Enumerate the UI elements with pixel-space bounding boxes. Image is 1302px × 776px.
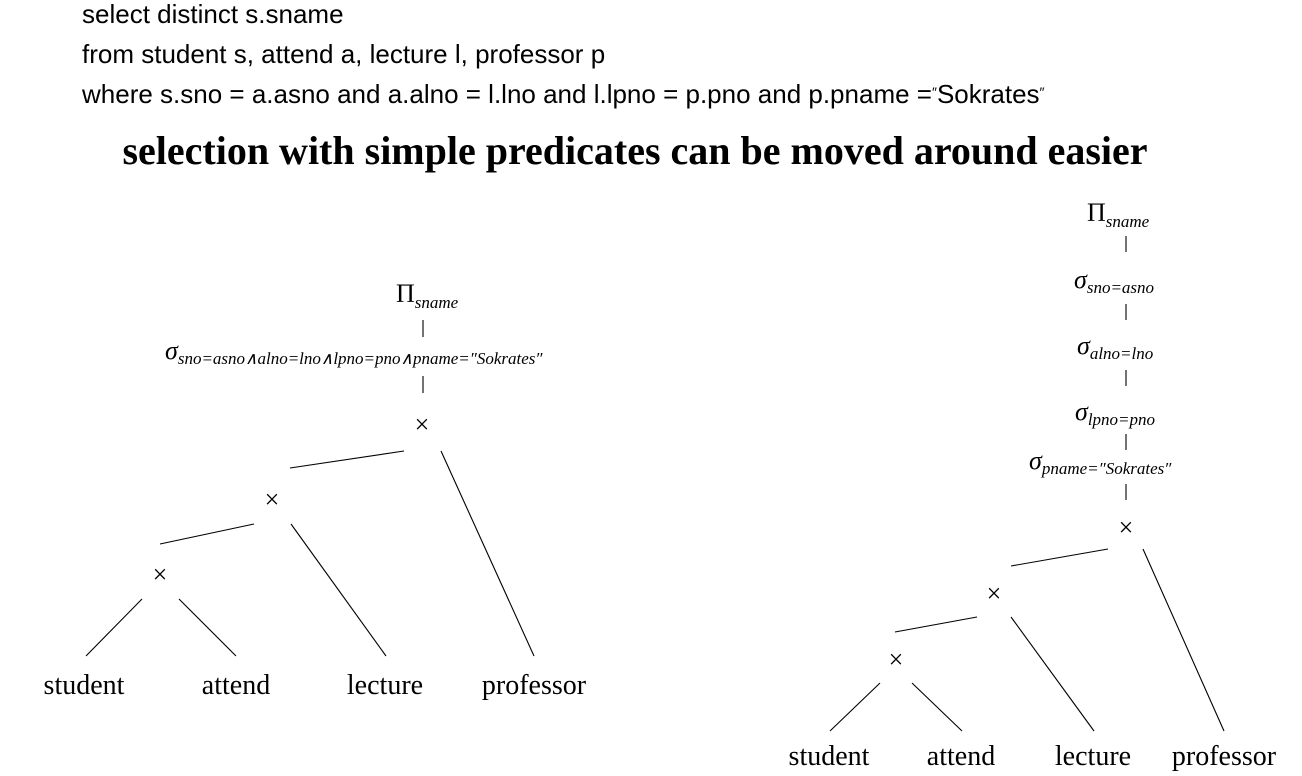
right-edge-cross3-student [829,682,881,732]
projection-subscript: sname [415,293,459,312]
right-edge-cross1-professor [1142,548,1225,732]
left-edge-cross1-professor [440,450,535,657]
selection-subscript: sno=asno∧alno=lno∧lpno=pno∧pname=″Sokrat… [178,349,544,368]
right-edge-cross3-attend [911,682,963,732]
right-selection-2: σalno=lno [1077,331,1153,363]
left-cross-2: × [265,485,280,514]
selection-subscript: alno=lno [1090,344,1153,363]
right-selection-3: σlpno=pno [1075,397,1155,429]
tree-edges [85,236,1225,732]
projection-symbol: Π [396,279,415,308]
left-edge-cross3-student [85,598,143,657]
projection-symbol: Π [1087,198,1106,227]
selection-subscript: lpno=pno [1088,410,1155,429]
right-relation-lecture: lecture [1055,741,1131,772]
left-edge-cross2-cross3 [159,523,255,545]
projection-subscript: sname [1106,212,1150,231]
left-edge-cross3-attend [178,598,237,657]
right-cross-3: × [889,645,904,674]
left-edge-cross2-lecture [290,523,387,657]
selection-subscript: sno=asno [1087,278,1154,297]
right-edge-cross2-lecture [1010,616,1095,732]
left-relation-student: student [44,670,125,701]
right-edge-cross1-cross2 [1010,548,1109,567]
left-cross-1: × [415,410,430,439]
right-relation-student: student [789,741,870,772]
left-selection-node: σsno=asno∧alno=lno∧lpno=pno∧pname=″Sokra… [165,336,543,368]
left-relation-attend: attend [202,670,270,701]
left-projection-node: Πsname [396,279,459,312]
left-cross-3: × [153,560,168,589]
left-edge-cross1-cross2 [289,450,405,469]
right-cross-1: × [1119,513,1134,542]
left-relation-lecture: lecture [347,670,423,701]
right-projection-node: Πsname [1087,198,1150,231]
right-edge-cross2-cross3 [894,616,978,633]
right-selection-4: σpname=″Sokrates″ [1029,446,1172,478]
right-relation-professor: professor [1172,741,1277,772]
right-relation-attend: attend [927,741,995,772]
left-relation-professor: professor [482,670,587,701]
right-cross-2: × [987,579,1002,608]
right-selection-1: σsno=asno [1074,265,1154,297]
query-trees: Πsname σsno=asno∧alno=lno∧lpno=pno∧pname… [44,198,1277,772]
selection-subscript: pname=″Sokrates″ [1041,459,1172,478]
